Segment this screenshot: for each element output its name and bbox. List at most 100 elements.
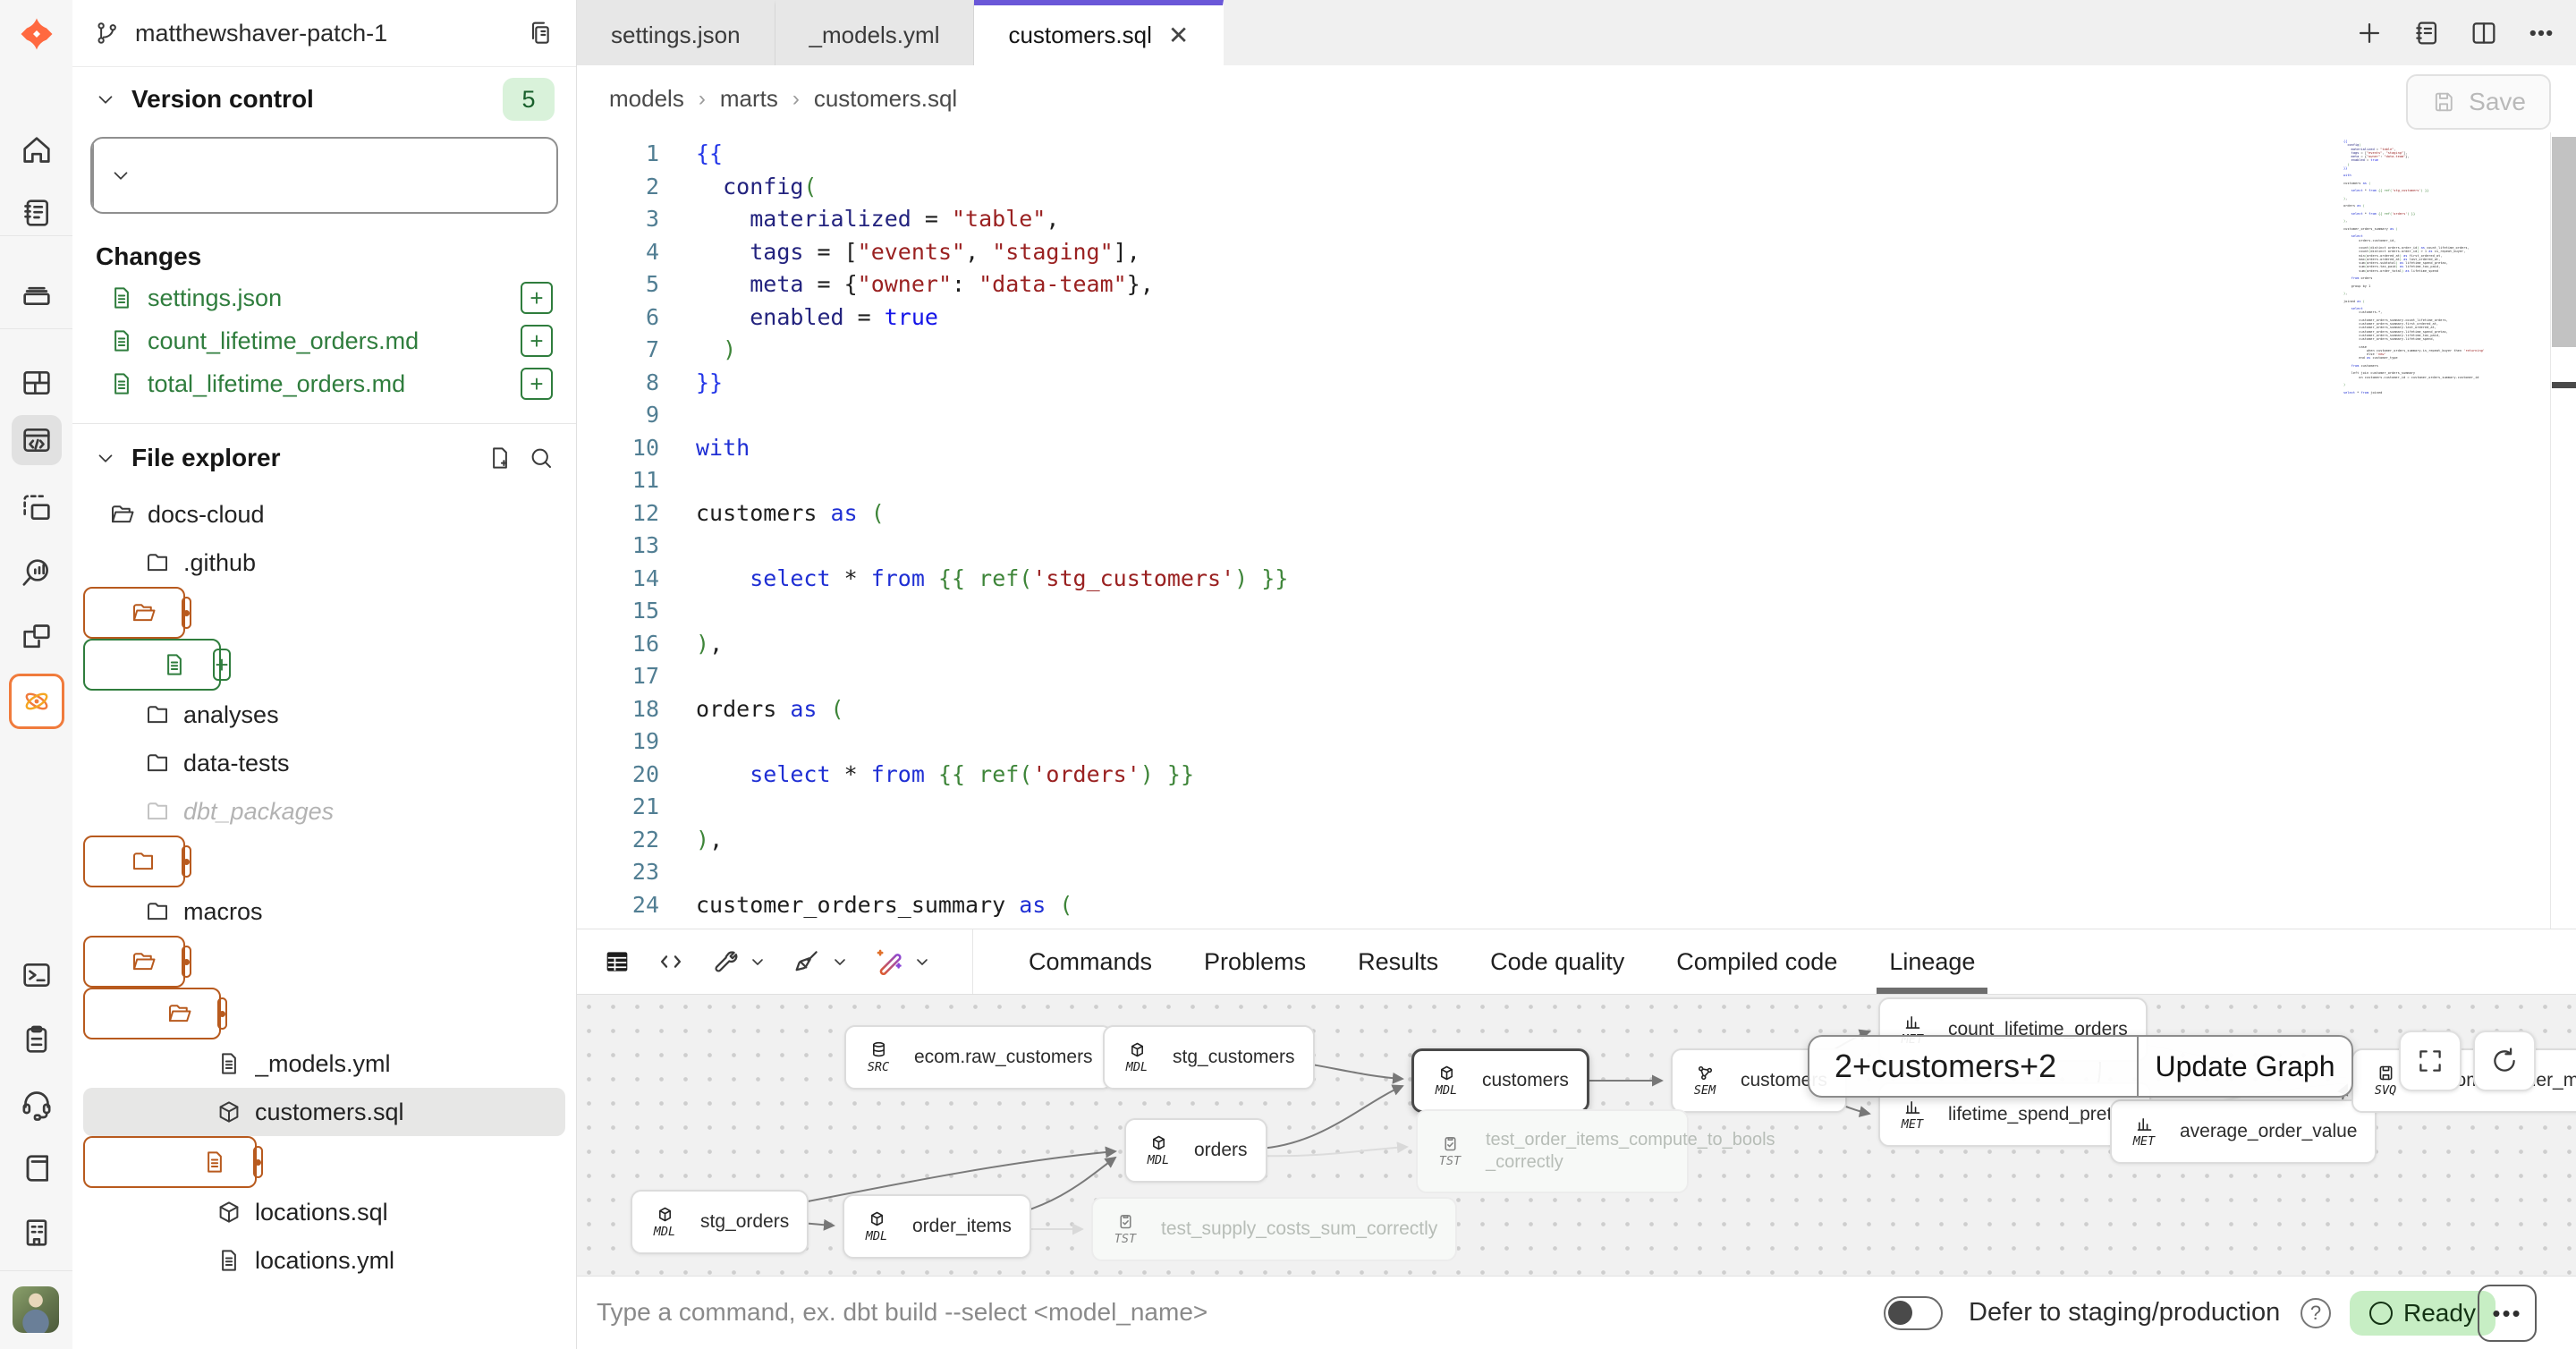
editor-tab[interactable]: customers.sql ✕ bbox=[974, 0, 1224, 65]
copilot-fix-menu[interactable] bbox=[874, 946, 933, 977]
panel-tab[interactable]: Problems bbox=[1204, 929, 1306, 994]
file-tree-row[interactable]: locations.yml + bbox=[83, 1236, 565, 1285]
organization-icon[interactable] bbox=[12, 1208, 62, 1258]
home-icon[interactable] bbox=[12, 125, 62, 175]
dashboard-grid-icon[interactable] bbox=[12, 358, 62, 408]
lineage-node[interactable]: TST test_supply_costs_sum_correctly bbox=[1091, 1197, 1457, 1261]
commit-dropdown-button[interactable] bbox=[92, 139, 148, 212]
code-editor[interactable]: 1{{2 config(3 materialized = "table",4 t… bbox=[577, 132, 2576, 929]
fullscreen-button[interactable] bbox=[2399, 1031, 2462, 1091]
lineage-canvas[interactable]: SRC ecom.raw_customers MDL stg_customers… bbox=[577, 995, 2576, 1276]
lineage-selector-input[interactable]: 2+customers+2 bbox=[1809, 1037, 2137, 1096]
file-tree-row[interactable]: customers.sql + bbox=[83, 1088, 565, 1136]
dbt-copilot-icon[interactable] bbox=[9, 674, 64, 729]
compile-code-icon[interactable] bbox=[656, 946, 686, 977]
defer-toggle[interactable] bbox=[1884, 1296, 1943, 1330]
update-graph-button[interactable]: Update Graph bbox=[2137, 1037, 2351, 1096]
lineage-node[interactable]: TST test_order_items_compute_to_bools _c… bbox=[1416, 1109, 1689, 1193]
preview-table-icon[interactable] bbox=[602, 946, 632, 977]
notebook-icon[interactable] bbox=[12, 188, 62, 238]
file-tree-row[interactable]: analyses + bbox=[83, 691, 565, 739]
save-button[interactable]: Save bbox=[2406, 74, 2551, 130]
archive-drawer-icon[interactable] bbox=[12, 268, 62, 318]
editor-minimap[interactable]: {{ config( materialized = "table", tags … bbox=[2343, 140, 2503, 395]
file-tree-row[interactable]: locations.sql + bbox=[83, 1188, 565, 1236]
breadcrumb-marts[interactable]: marts bbox=[720, 85, 778, 113]
close-tab-icon[interactable]: ✕ bbox=[1168, 21, 1189, 50]
lineage-node[interactable]: MDL customers bbox=[1411, 1048, 1589, 1113]
stage-file-button[interactable]: + bbox=[521, 325, 553, 357]
docs-book-icon[interactable] bbox=[12, 1143, 62, 1193]
breadcrumb-models[interactable]: models bbox=[609, 85, 684, 113]
panel-tab[interactable]: Compiled code bbox=[1676, 929, 1837, 994]
format-menu[interactable] bbox=[792, 946, 851, 977]
stage-file-button[interactable]: + bbox=[521, 282, 553, 314]
version-control-header[interactable]: Version control 5 bbox=[72, 74, 576, 124]
editor-tab-strip: settings.json ✕ _models.yml ✕ customers.… bbox=[577, 0, 2576, 65]
file-tree-row[interactable]: _models.yml + bbox=[83, 1039, 565, 1088]
lineage-node[interactable]: MDL stg_customers bbox=[1103, 1025, 1315, 1090]
modified-badge bbox=[253, 1146, 263, 1178]
new-file-icon[interactable] bbox=[487, 445, 513, 471]
file-tree-row[interactable]: docs-cloud + bbox=[83, 490, 565, 539]
changed-file-row[interactable]: count_lifetime_orders.md + bbox=[72, 319, 576, 362]
breadcrumb-file[interactable]: customers.sql bbox=[814, 85, 957, 113]
split-editor-icon[interactable] bbox=[2469, 18, 2499, 48]
lineage-node[interactable]: MDL orders bbox=[1124, 1118, 1267, 1183]
windows-icon[interactable] bbox=[12, 612, 62, 662]
code-lines[interactable]: 1{{2 config(3 materialized = "table",4 t… bbox=[577, 138, 1288, 921]
file-tree-row[interactable]: customers.yml + bbox=[83, 1136, 257, 1188]
panel-tab[interactable]: Commands bbox=[1029, 929, 1152, 994]
lineage-node[interactable]: MET average_order_value bbox=[2110, 1099, 2377, 1164]
code-editor-icon[interactable] bbox=[12, 415, 62, 465]
frame-select-icon[interactable] bbox=[12, 483, 62, 533]
refresh-icon bbox=[2489, 1046, 2520, 1076]
refresh-graph-button[interactable] bbox=[2473, 1031, 2536, 1091]
commit-and-sync-button[interactable]: Commit and sync bbox=[90, 137, 558, 214]
file-tree-row[interactable]: docs + bbox=[83, 836, 185, 887]
terminal-icon[interactable] bbox=[12, 950, 62, 1000]
editor-tab[interactable]: _models.yml ✕ bbox=[775, 0, 975, 65]
lineage-node[interactable]: SRC ecom.raw_customers bbox=[844, 1025, 1113, 1090]
search-icon[interactable] bbox=[528, 445, 555, 471]
panel-tab[interactable]: Results bbox=[1358, 929, 1438, 994]
status-more-button[interactable]: ••• bbox=[2478, 1285, 2537, 1342]
file-tree-row[interactable]: settings.json + bbox=[83, 639, 221, 691]
clipboard-icon[interactable] bbox=[12, 1014, 62, 1065]
branch-row[interactable]: matthewshaver-patch-1 bbox=[72, 0, 576, 67]
command-input[interactable]: Type a command, ex. dbt build --select <… bbox=[597, 1277, 1208, 1348]
build-menu[interactable] bbox=[709, 946, 768, 977]
changed-file-row[interactable]: total_lifetime_orders.md + bbox=[72, 362, 576, 405]
lineage-node[interactable]: SVQ customer_order_metrics bbox=[2351, 1048, 2576, 1113]
help-icon[interactable]: ? bbox=[2301, 1298, 2331, 1328]
copy-icon[interactable] bbox=[526, 19, 555, 47]
file-tree-row[interactable]: dbt_packages + bbox=[83, 787, 565, 836]
more-options-icon[interactable] bbox=[2526, 18, 2556, 48]
file-tree-row[interactable]: data-tests + bbox=[83, 739, 565, 787]
file-tree-row[interactable]: macros + bbox=[83, 887, 565, 936]
stage-file-button[interactable]: + bbox=[213, 649, 230, 681]
status-badge[interactable]: Ready bbox=[2350, 1291, 2496, 1336]
lineage-node[interactable]: MDL order_items bbox=[843, 1194, 1031, 1259]
file-tree-row[interactable]: .github + bbox=[83, 539, 565, 587]
notebook-panel-icon[interactable] bbox=[2411, 18, 2442, 48]
new-tab-icon[interactable] bbox=[2354, 18, 2385, 48]
file-explorer-header[interactable]: File explorer bbox=[72, 429, 576, 487]
lineage-node[interactable]: MDL stg_orders bbox=[631, 1190, 809, 1254]
editor-scrollbar[interactable] bbox=[2550, 132, 2576, 929]
panel-tab[interactable]: Lineage bbox=[1889, 929, 1975, 994]
file-tree-row[interactable]: marts + bbox=[83, 988, 221, 1039]
editor-tab[interactable]: settings.json ✕ bbox=[577, 0, 775, 65]
file-tree-row[interactable]: .vscode + bbox=[83, 587, 185, 639]
file-tree-row[interactable]: models + bbox=[83, 936, 185, 988]
query-insights-icon[interactable] bbox=[12, 547, 62, 598]
headset-support-icon[interactable] bbox=[12, 1079, 62, 1129]
changed-file-row[interactable]: settings.json + bbox=[72, 276, 576, 319]
node-label: ecom.raw_customers bbox=[914, 1047, 1093, 1068]
panel-tab[interactable]: Code quality bbox=[1490, 929, 1624, 994]
user-avatar[interactable] bbox=[13, 1286, 59, 1333]
stage-file-button[interactable]: + bbox=[521, 368, 553, 400]
scrollbar-thumb[interactable] bbox=[2552, 137, 2576, 347]
dbt-logo-icon[interactable] bbox=[12, 9, 62, 59]
file-icon bbox=[108, 327, 135, 354]
